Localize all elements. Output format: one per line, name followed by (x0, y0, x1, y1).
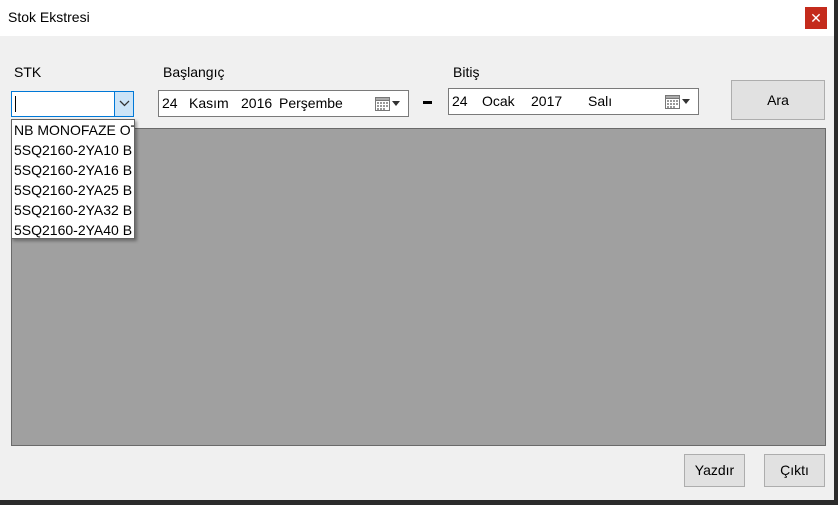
stk-dropdown-button[interactable] (114, 92, 133, 116)
start-year[interactable]: 2016 (241, 95, 272, 111)
print-button[interactable]: Yazdır (684, 454, 745, 487)
stok-ekstresi-window: Stok Ekstresi ✕ STK NB MONOFAZE OTOMATİK… (0, 0, 834, 500)
end-weekday[interactable]: Salı (588, 93, 612, 109)
date-range-separator (423, 101, 432, 104)
title-bar: Stok Ekstresi ✕ (0, 0, 834, 36)
list-item[interactable]: 5SQ2160-2YA10 B (12, 140, 134, 160)
end-day[interactable]: 24 (452, 93, 468, 109)
list-item[interactable]: 5SQ2160-2YA32 B (12, 200, 134, 220)
chevron-down-icon (119, 100, 130, 107)
list-item[interactable]: NB MONOFAZE OTOMATİK (12, 120, 134, 140)
end-year[interactable]: 2017 (531, 93, 562, 109)
stk-label: STK (14, 64, 42, 80)
list-item[interactable]: 5SQ2160-2YA25 B (12, 180, 134, 200)
start-date-label: Başlangıç (163, 64, 225, 80)
close-button[interactable]: ✕ (805, 7, 827, 29)
exit-button[interactable]: Çıktı (764, 454, 825, 487)
end-date-picker[interactable]: 24 Ocak 2017 Salı (448, 88, 699, 115)
search-button[interactable]: Ara (731, 80, 825, 120)
start-month[interactable]: Kasım (189, 95, 229, 111)
end-date-label: Bitiş (453, 64, 480, 80)
stk-dropdown-list: NB MONOFAZE OTOMATİK 5SQ2160-2YA10 B 5SQ… (11, 119, 135, 239)
end-month[interactable]: Ocak (482, 93, 515, 109)
calendar-icon[interactable] (665, 94, 695, 110)
close-icon: ✕ (810, 10, 822, 26)
list-item[interactable]: 5SQ2160-2YA16 B (12, 160, 134, 180)
start-weekday[interactable]: Perşembe (279, 95, 343, 111)
stk-combobox[interactable] (11, 91, 134, 117)
start-date-picker[interactable]: 24 Kasım 2016 Perşembe (158, 90, 409, 117)
start-day[interactable]: 24 (162, 95, 178, 111)
text-caret (15, 96, 16, 112)
calendar-icon[interactable] (375, 96, 405, 112)
window-title: Stok Ekstresi (8, 9, 90, 25)
list-item[interactable]: 5SQ2160-2YA40 B (12, 220, 134, 238)
